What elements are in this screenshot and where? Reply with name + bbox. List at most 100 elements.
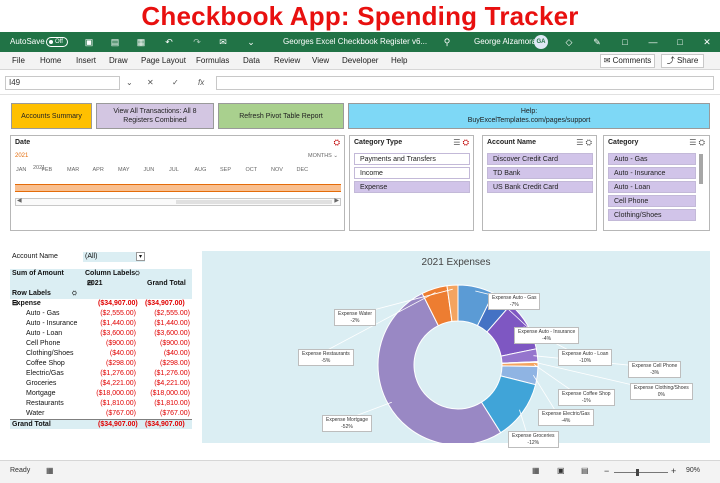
menu-help[interactable]: Help	[391, 52, 407, 70]
table-row: Cell Phone ($900.00) ($900.00)	[10, 339, 192, 349]
data-label[interactable]: Expense Mortgage -52%	[322, 415, 372, 432]
share-button[interactable]: ⤴ Share	[661, 54, 704, 68]
worksheet[interactable]: Accounts Summary View All Transactions: …	[0, 94, 720, 460]
timeline-month-mar[interactable]: MAR	[67, 167, 79, 173]
data-label[interactable]: Expense Groceries -12%	[508, 431, 559, 448]
view-all-transactions-button[interactable]: View All Transactions: All 8 Registers C…	[96, 103, 214, 129]
menu-review[interactable]: Review	[274, 52, 300, 70]
timeline-month-dec[interactable]: DEC	[297, 167, 309, 173]
pivot-row-total: ($900.00)	[160, 340, 190, 347]
insert-function-icon[interactable]: fx	[198, 76, 204, 90]
slicer-item-td-bank[interactable]: TD Bank	[487, 167, 593, 179]
data-label[interactable]: Expense Clothing/Shoes 0%	[630, 383, 693, 400]
slicer-item-expense[interactable]: Expense	[354, 181, 470, 193]
menu-developer[interactable]: Developer	[342, 52, 378, 70]
timeline-month-aug[interactable]: AUG	[195, 167, 207, 173]
chevron-down-icon[interactable]: ▾	[136, 252, 145, 261]
enter-icon[interactable]: ✓	[172, 76, 179, 90]
clear-filter-icon[interactable]: ⛭	[334, 138, 340, 148]
menu-page-layout[interactable]: Page Layout	[141, 52, 186, 70]
timeline-range-bar[interactable]	[15, 184, 341, 192]
menu-view[interactable]: View	[312, 52, 329, 70]
namebox-dropdown-icon[interactable]: ⌄	[126, 76, 133, 90]
pivot-row-label: Water	[26, 410, 45, 417]
help-button[interactable]: Help: BuyExcelTemplates.com/pages/suppor…	[348, 103, 710, 129]
slicer-item-us-bank-credit-card[interactable]: US Bank Credit Card	[487, 181, 593, 193]
page-break-view-icon[interactable]: ▤	[581, 466, 589, 475]
close-icon[interactable]: ✕	[700, 32, 714, 52]
customize-icon[interactable]: ⌄	[244, 32, 258, 52]
form-icon[interactable]: ▤	[108, 32, 122, 52]
timeline-scrollbar[interactable]: ◀ ▶	[15, 198, 341, 206]
slicer-item-income[interactable]: Income	[354, 167, 470, 179]
slicer-item-auto-insurance[interactable]: Auto - Insurance	[608, 167, 696, 179]
timeline-month-jan[interactable]: JAN	[16, 167, 26, 173]
timeline-month-jul[interactable]: JUL	[169, 167, 179, 173]
normal-view-icon[interactable]: ▦	[532, 466, 540, 475]
data-label[interactable]: Expense Electric/Gas -4%	[538, 409, 594, 426]
filter-dropdown-icon[interactable]: ⛭	[72, 289, 77, 299]
timeline-month-sep[interactable]: SEP	[220, 167, 231, 173]
minimize-icon[interactable]: —	[646, 32, 660, 52]
menu-file[interactable]: File	[12, 52, 25, 70]
timeline-month-jun[interactable]: JUN	[144, 167, 155, 173]
pivot-row-value: ($1,276.00)	[100, 370, 136, 377]
data-label[interactable]: Expense Coffee Shop -1%	[558, 389, 615, 406]
menu-insert[interactable]: Insert	[76, 52, 96, 70]
print-icon[interactable]: ▦	[134, 32, 148, 52]
data-label[interactable]: Expense Cell Phone -3%	[628, 361, 682, 378]
help-url[interactable]: BuyExcelTemplates.com/pages/support	[468, 116, 591, 125]
menu-draw[interactable]: Draw	[109, 52, 128, 70]
undo-icon[interactable]: ↶	[162, 32, 176, 52]
save-icon[interactable]: ▣	[82, 32, 96, 52]
formula-input[interactable]	[216, 76, 714, 90]
timeline-month-feb[interactable]: FEB	[42, 167, 53, 173]
slicer-item-discover-credit-card[interactable]: Discover Credit Card	[487, 153, 593, 165]
timeline-month-apr[interactable]: APR	[93, 167, 104, 173]
menu-formulas[interactable]: Formulas	[196, 52, 229, 70]
slicer-scrollbar[interactable]	[699, 154, 703, 184]
timeline-month-oct[interactable]: OCT	[246, 167, 258, 173]
table-row: ⊟ Expense ($34,907.00) ($34,907.00)	[10, 299, 192, 309]
zoom-out-icon[interactable]: −	[604, 466, 609, 476]
zoom-slider[interactable]	[614, 472, 668, 473]
search-icon[interactable]: ⚲	[440, 32, 454, 52]
slicer-item-payments-and-transfers[interactable]: Payments and Transfers	[354, 153, 470, 165]
menu-home[interactable]: Home	[40, 52, 61, 70]
refresh-pivot-button[interactable]: Refresh Pivot Table Report	[218, 103, 344, 129]
accounts-summary-button[interactable]: Accounts Summary	[11, 103, 92, 129]
cancel-icon[interactable]: ✕	[147, 76, 154, 90]
menu-data[interactable]: Data	[243, 52, 260, 70]
data-label[interactable]: Expense Water -2%	[334, 309, 376, 326]
zoom-slider-thumb[interactable]	[636, 469, 639, 476]
data-label[interactable]: Expense Restaurants -5%	[298, 349, 354, 366]
zoom-level[interactable]: 90%	[686, 467, 700, 474]
data-label[interactable]: Expense Auto - Insurance -4%	[514, 327, 580, 344]
accessibility-icon[interactable]: ▦	[46, 466, 54, 475]
name-box[interactable]: I49	[5, 76, 120, 90]
pen-icon[interactable]: ✎	[590, 32, 604, 52]
filter-dropdown-icon[interactable]: ⛭	[135, 269, 140, 279]
email-icon[interactable]: ✉	[216, 32, 230, 52]
maximize-icon[interactable]: □	[673, 32, 687, 52]
autosave-toggle[interactable]: Off	[46, 37, 68, 47]
redo-icon[interactable]: ↷	[190, 32, 204, 52]
slicer-item-auto-loan[interactable]: Auto - Loan	[608, 181, 696, 193]
slicer-item-clothing-shoes[interactable]: Clothing/Shoes	[608, 209, 696, 221]
slicer-item-auto-gas[interactable]: Auto - Gas	[608, 153, 696, 165]
table-row: Restaurants ($1,810.00) ($1,810.00)	[10, 399, 192, 409]
slicer-item-cell-phone[interactable]: Cell Phone	[608, 195, 696, 207]
data-label[interactable]: Expense Auto - Loan -10%	[558, 349, 613, 366]
page-layout-view-icon[interactable]: ▣	[557, 466, 565, 475]
data-label-category: Expense Electric/Gas	[542, 411, 590, 417]
zoom-in-icon[interactable]: +	[671, 466, 676, 476]
timeline-period-select[interactable]: MONTHS ⌄	[308, 153, 338, 159]
timeline-month-nov[interactable]: NOV	[271, 167, 283, 173]
avatar[interactable]: GA	[534, 35, 548, 49]
timeline-month-may[interactable]: MAY	[118, 167, 130, 173]
comments-button[interactable]: ✉ Comments	[600, 54, 655, 68]
data-label[interactable]: Expense Auto - Gas -7%	[488, 293, 541, 310]
ribbon-display-icon[interactable]: □	[618, 32, 632, 52]
diamond-icon[interactable]: ◇	[562, 32, 576, 52]
expenses-doughnut-chart[interactable]: 2021 Expenses Expense Auto - Gas -7% Expen…	[202, 251, 710, 448]
